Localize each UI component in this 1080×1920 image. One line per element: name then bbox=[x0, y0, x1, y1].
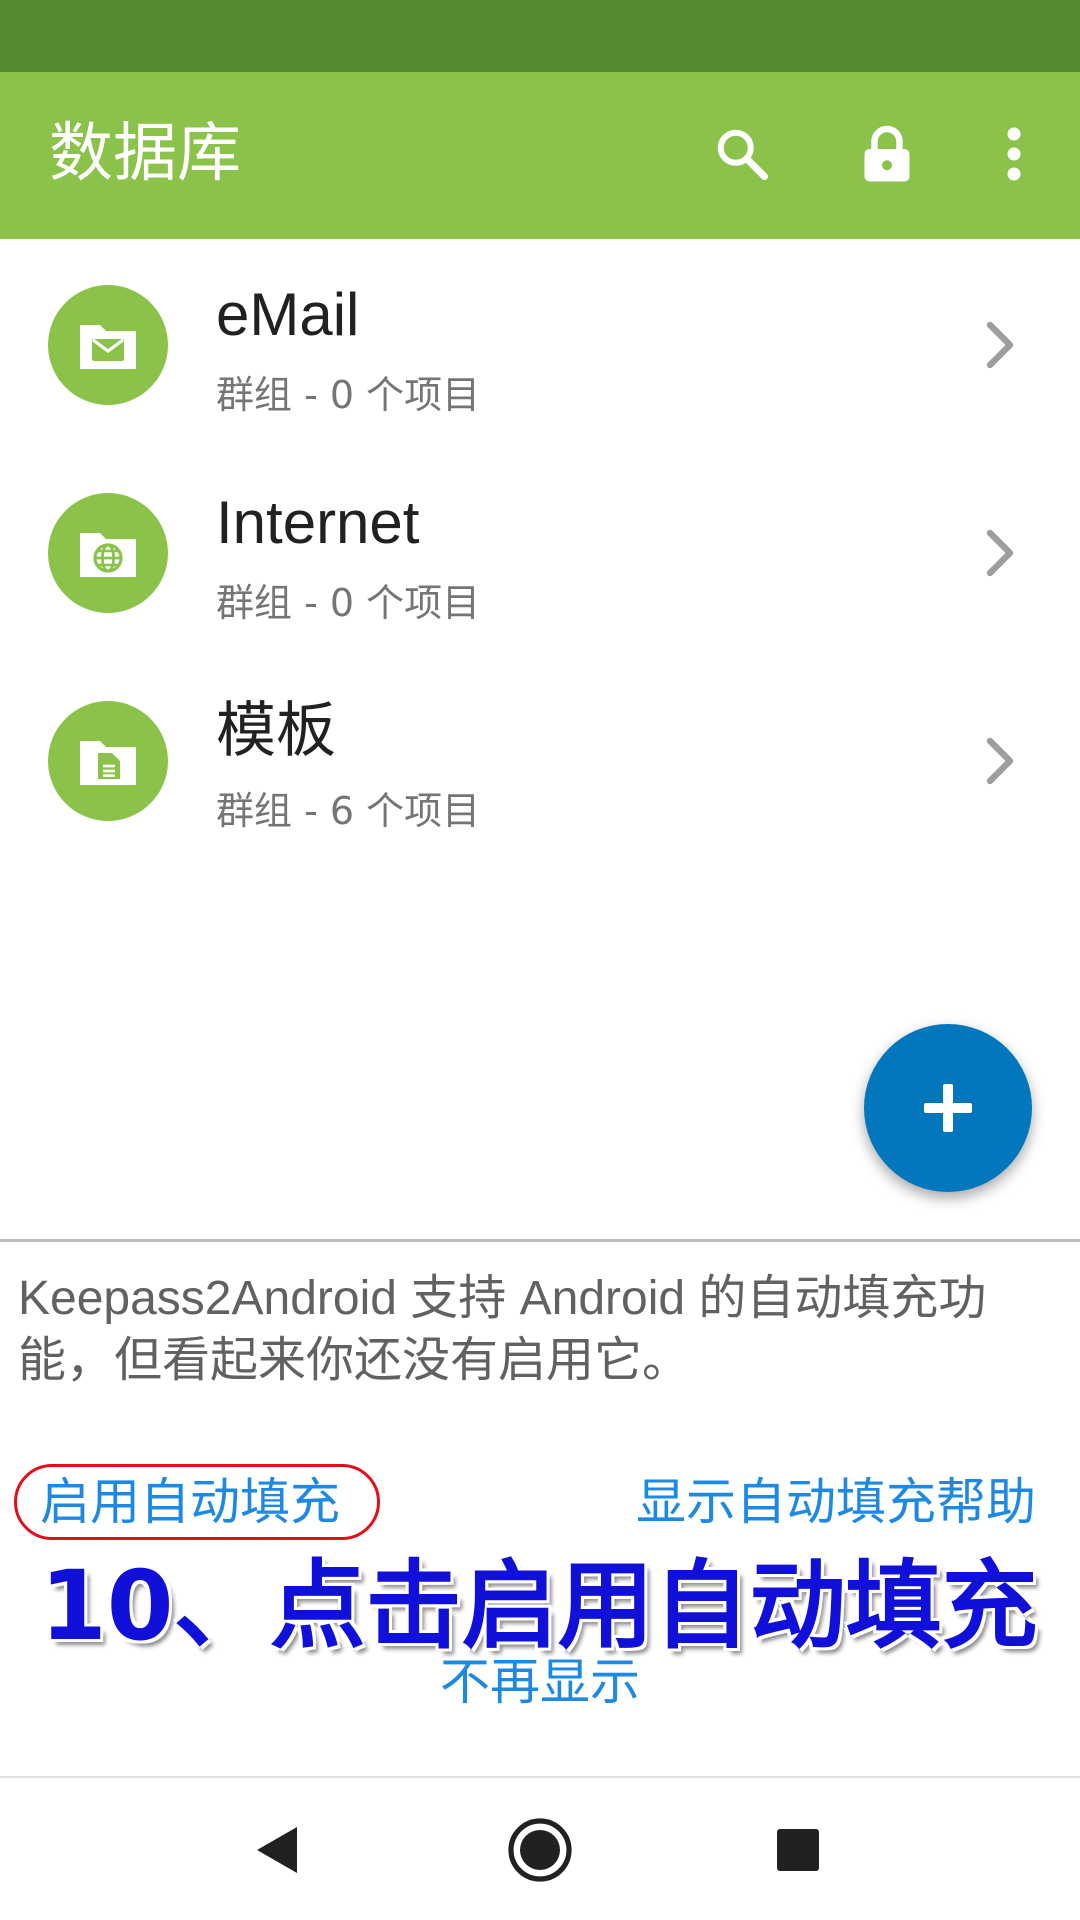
group-row-email[interactable]: eMail 群组 - 0 个项目 bbox=[0, 241, 1080, 449]
autofill-message: Keepass2Android 支持 Android 的自动填充功能，但看起来你… bbox=[18, 1272, 987, 1387]
chevron-right-icon bbox=[970, 315, 1030, 375]
page-title: 数据库 bbox=[49, 117, 241, 191]
chevron-right-icon bbox=[970, 731, 1030, 791]
group-subtitle: 群组 - 0 个项目 bbox=[216, 373, 481, 417]
search-icon bbox=[717, 129, 768, 180]
group-row-internet[interactable]: Internet 群组 - 0 个项目 bbox=[0, 449, 1080, 657]
tutorial-annotation: 10、点击启用自动填充 bbox=[40, 1550, 1038, 1662]
recents-icon bbox=[777, 1829, 819, 1871]
group-subtitle: 群组 - 6 个项目 bbox=[216, 789, 481, 833]
system-nav-bar bbox=[0, 1776, 1080, 1920]
lock-button[interactable] bbox=[847, 114, 927, 194]
more-options-button[interactable] bbox=[974, 114, 1054, 194]
nav-recents-button[interactable] bbox=[748, 1800, 848, 1900]
chevron-right-icon bbox=[970, 523, 1030, 583]
app-bar: 数据库 bbox=[0, 72, 1080, 239]
back-icon bbox=[257, 1827, 297, 1873]
autofill-help-button[interactable]: 显示自动填充帮助 bbox=[636, 1470, 1036, 1534]
add-fab-button[interactable] bbox=[864, 1024, 1032, 1192]
group-row-templates[interactable]: 模板 群组 - 6 个项目 bbox=[0, 657, 1080, 865]
group-name: 模板 bbox=[216, 697, 336, 764]
document-folder-icon bbox=[48, 701, 168, 821]
group-subtitle: 群组 - 0 个项目 bbox=[216, 581, 481, 625]
more-vert-icon bbox=[1007, 127, 1021, 181]
group-name: eMail bbox=[216, 281, 360, 348]
banner-divider bbox=[0, 1239, 1080, 1242]
screen: 数据库 eMail 群组 - 0 个项目 Internet 群组 - 0 个项目… bbox=[0, 0, 1080, 1920]
group-name: Internet bbox=[216, 489, 420, 556]
lock-icon bbox=[864, 125, 910, 182]
search-button[interactable] bbox=[702, 114, 782, 194]
email-folder-icon bbox=[48, 285, 168, 405]
enable-autofill-button[interactable]: 启用自动填充 bbox=[40, 1470, 340, 1534]
nav-back-button[interactable] bbox=[228, 1800, 328, 1900]
dont-show-again-button[interactable]: 不再显示 bbox=[0, 1650, 1080, 1714]
globe-folder-icon bbox=[48, 493, 168, 613]
home-icon bbox=[508, 1818, 572, 1882]
plus-icon bbox=[924, 1084, 972, 1132]
nav-home-button[interactable] bbox=[490, 1800, 590, 1900]
status-bar bbox=[0, 0, 1080, 72]
